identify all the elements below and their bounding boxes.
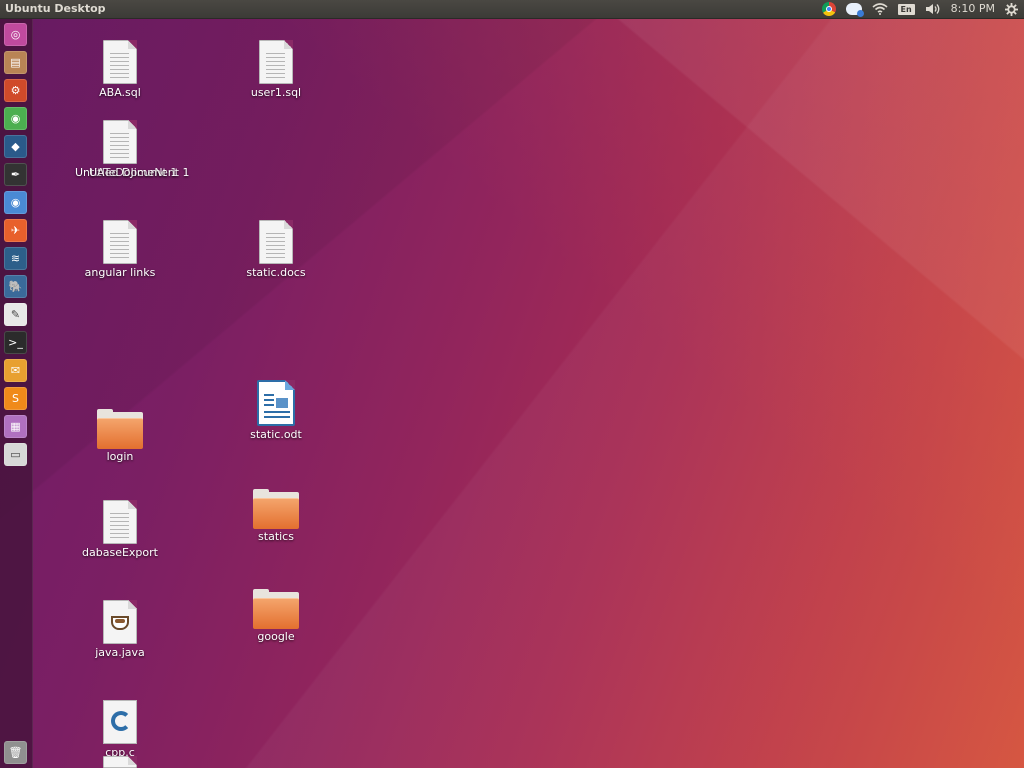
- desktop-icon-label: static.docs: [246, 266, 306, 279]
- top-panel: Ubuntu Desktop En 8:10 PM: [0, 0, 1024, 19]
- chromium-icon: ◉: [10, 196, 21, 209]
- mysql-workbench-icon: ◆: [11, 140, 20, 153]
- launcher-item-text-editor[interactable]: ✎: [4, 303, 27, 326]
- launcher-item-mysql-workbench[interactable]: ◆: [4, 135, 27, 158]
- desktop-icon-label: ABA.sql: [99, 86, 141, 99]
- desktop-icon-dabaseexport[interactable]: dabaseExport: [75, 500, 165, 559]
- desktop-icon-label: Untitled Document 1 UATeDoJimeNt 1: [75, 166, 190, 179]
- postman-icon: ✈: [10, 224, 21, 237]
- launcher-item-file-manager[interactable]: ▤: [4, 51, 27, 74]
- text-file-icon[interactable]: [103, 756, 137, 768]
- text-editor-icon: ✎: [10, 308, 21, 321]
- desktop-icon-label: dabaseExport: [82, 546, 158, 559]
- wifi-icon: [871, 3, 888, 15]
- launcher-item-software-center[interactable]: ▦: [4, 415, 27, 438]
- launcher-item-mail[interactable]: ✉: [4, 359, 27, 382]
- launcher-item-postman[interactable]: ✈: [4, 219, 27, 242]
- text-file-icon: [103, 40, 137, 84]
- file-manager-icon: ▤: [10, 56, 21, 69]
- chrome-icon: [821, 2, 836, 16]
- folder-icon: [253, 489, 299, 529]
- indicator-area: En 8:10 PM: [812, 0, 1018, 18]
- session-indicator[interactable]: [1005, 0, 1018, 18]
- launcher-item-disk[interactable]: ▭: [4, 443, 27, 466]
- writer-document-icon: [257, 380, 295, 426]
- launcher-item-inkscape[interactable]: ✒: [4, 163, 27, 186]
- coffee-cup-icon: [111, 616, 129, 630]
- keyboard-layout-label: En: [897, 3, 915, 15]
- cloud-icon: [845, 3, 864, 17]
- mysql-icon: ≋: [10, 252, 21, 265]
- c-source-file-icon: [103, 700, 137, 744]
- keyboard-indicator[interactable]: En: [897, 0, 915, 18]
- desktop-icon-statics[interactable]: statics: [231, 486, 321, 543]
- desktop-icon-label: google: [257, 630, 295, 643]
- launcher: ◎ ▤ ⚙ ◉ ◆ ✒ ◉ ✈ ≋ 🐘 ✎ >_ ✉ S ▦ ▭ 🗑: [0, 19, 33, 768]
- desktop-icon-label: angular links: [84, 266, 156, 279]
- desktop-icon-google[interactable]: google: [231, 586, 321, 643]
- trash-icon: 🗑: [8, 746, 23, 759]
- text-file-icon: [103, 500, 137, 544]
- desktop-icon-java-java[interactable]: java.java: [75, 600, 165, 659]
- gear-icon: [1005, 2, 1018, 16]
- text-file-icon: [259, 220, 293, 264]
- launcher-item-chrome[interactable]: ◉: [4, 107, 27, 130]
- disk-icon: ▭: [10, 448, 21, 461]
- chrome-indicator[interactable]: [821, 0, 836, 18]
- postgresql-icon: 🐘: [8, 280, 23, 293]
- cloud-sync-indicator[interactable]: [845, 0, 864, 18]
- volume-icon: [925, 4, 940, 14]
- desktop-icon-untitled-document-1[interactable]: Untitled Document 1 UATeDoJimeNt 1: [75, 120, 190, 179]
- inkscape-icon: ✒: [10, 168, 21, 181]
- software-center-icon: ▦: [10, 420, 21, 433]
- desktop-icon-label: statics: [258, 530, 294, 543]
- launcher-item-system-settings[interactable]: ⚙: [4, 79, 27, 102]
- desktop-icon-static-docs[interactable]: static.docs: [231, 220, 321, 279]
- sound-indicator[interactable]: [925, 0, 941, 18]
- desktop-icon-label: static.odt: [250, 428, 302, 441]
- desktop-icon-label: user1.sql: [250, 86, 302, 99]
- desktop-icon-label: login: [106, 450, 134, 463]
- launcher-item-ubuntu-dash[interactable]: ◎: [4, 23, 27, 46]
- mail-icon: ✉: [10, 364, 21, 377]
- chrome-icon: ◉: [10, 112, 21, 125]
- launcher-item-postgresql[interactable]: 🐘: [4, 275, 27, 298]
- launcher-item-chromium[interactable]: ◉: [4, 191, 27, 214]
- desktop-icon-user1-sql[interactable]: user1.sql: [231, 40, 321, 99]
- system-settings-icon: ⚙: [10, 84, 21, 97]
- desktop-icon-aba-sql[interactable]: ABA.sql: [75, 40, 165, 99]
- desktop-icon-angular-links[interactable]: angular links: [75, 220, 165, 279]
- text-file-icon: [103, 120, 137, 164]
- window-title: Ubuntu Desktop: [5, 2, 106, 15]
- text-file-icon: [259, 40, 293, 84]
- launcher-item-mysql[interactable]: ≋: [4, 247, 27, 270]
- folder-icon: [253, 589, 299, 629]
- launcher-item-trash[interactable]: 🗑: [4, 741, 27, 764]
- launcher-item-terminal[interactable]: >_: [4, 331, 27, 354]
- desktop-icon-label: java.java: [95, 646, 145, 659]
- ubuntu-dash-icon: ◎: [10, 28, 21, 41]
- clock[interactable]: 8:10 PM: [951, 0, 995, 18]
- overlapping-label-text: UATeDoJimeNt 1: [89, 166, 178, 179]
- sublime-text-icon: S: [12, 392, 19, 405]
- text-file-icon: [103, 220, 137, 264]
- terminal-icon: >_: [8, 336, 23, 349]
- launcher-item-sublime-text[interactable]: S: [4, 387, 27, 410]
- folder-icon: [97, 409, 143, 449]
- java-file-icon: [103, 600, 137, 644]
- desktop-icon-login[interactable]: login: [75, 406, 165, 463]
- desktop-icon-cpp-c[interactable]: cpp.c: [75, 700, 165, 759]
- c-letter-icon: [111, 711, 131, 731]
- network-indicator[interactable]: [871, 0, 888, 18]
- desktop-icon-static-odt[interactable]: static.odt: [231, 380, 321, 441]
